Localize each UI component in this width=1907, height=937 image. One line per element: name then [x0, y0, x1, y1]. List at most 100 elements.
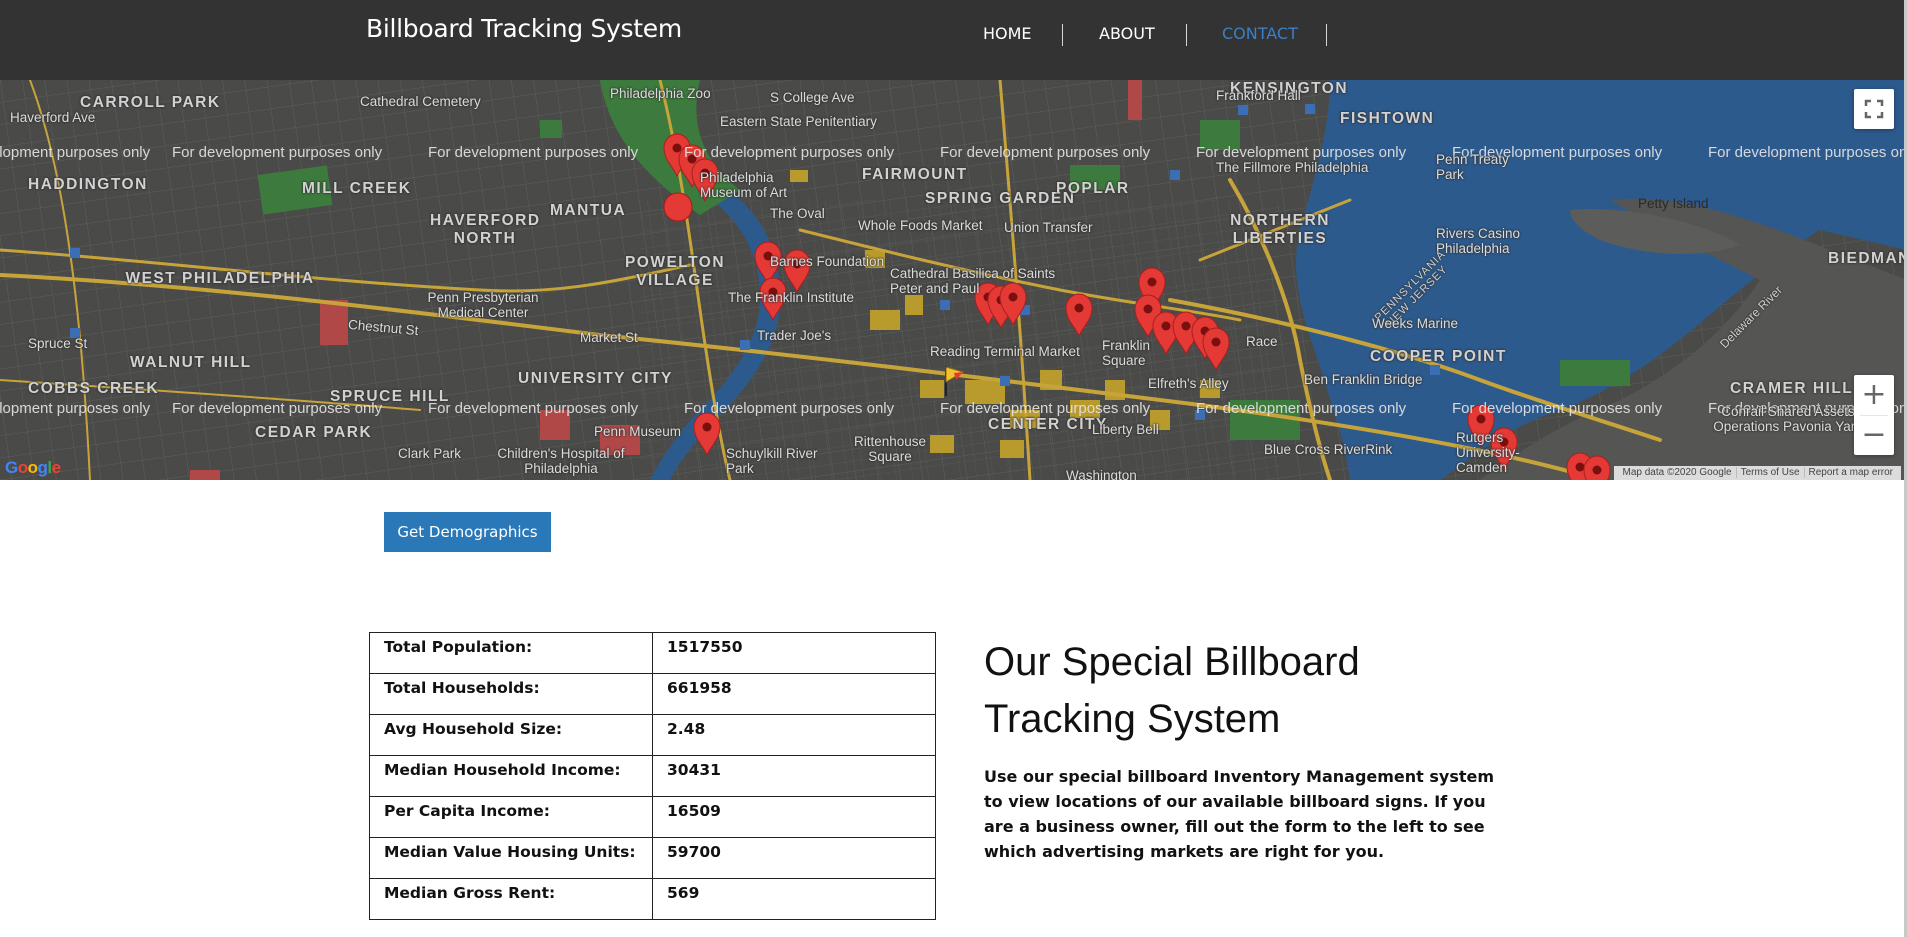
map-poi-label: Children's Hospital of Philadelphia	[497, 446, 625, 476]
map-place-label: FISHTOWN	[1340, 110, 1435, 127]
map-place-label: HADDINGTON	[28, 176, 148, 193]
map-poi-label: Schuylkill River Park	[726, 446, 818, 476]
map-place-label: POPLAR	[1056, 180, 1130, 197]
map-street-label: Spruce St	[28, 336, 88, 351]
google-logo[interactable]: Google	[5, 458, 61, 478]
map-place-label: FAIRMOUNT	[862, 166, 968, 183]
table-row: Median Household Income: 30431	[369, 755, 936, 797]
map-place-label: UNIVERSITY CITY	[518, 370, 673, 387]
map-place-label: MILL CREEK	[302, 180, 412, 197]
terms-of-use-link[interactable]: Terms of Use	[1735, 467, 1804, 478]
nav-home-link[interactable]: HOME	[983, 22, 1032, 46]
map-place-label: NORTHERN LIBERTIES	[1230, 212, 1330, 247]
map-place-label: COBBS CREEK	[28, 380, 160, 397]
dev-watermark: For development purposes only	[940, 400, 1151, 417]
map-poi-label: Trader Joe's	[757, 328, 832, 343]
map-poi-label: Ben Franklin Bridge	[1304, 372, 1423, 387]
map-poi-label: Franklin Square	[1102, 338, 1151, 368]
zoom-out-button[interactable]: −	[1854, 415, 1894, 455]
table-row: Per Capita Income: 16509	[369, 796, 936, 838]
map-place-label: WALNUT HILL	[130, 354, 252, 371]
map-place-label: WEST PHILADELPHIA	[125, 270, 315, 287]
stat-label: Median Gross Rent:	[369, 878, 653, 920]
stat-value: 2.48	[652, 714, 936, 756]
map-poi-label: Barnes Foundation	[770, 254, 885, 269]
map-street-label: S College Ave	[770, 90, 855, 105]
get-demographics-button[interactable]: Get Demographics	[384, 512, 551, 552]
dev-watermark: For development purposes only	[1196, 400, 1407, 417]
map-place-label: CEDAR PARK	[255, 424, 373, 441]
map-poi-label: Cathedral Cemetery	[360, 94, 481, 109]
map-poi-label: Rutgers University-Camden	[1456, 430, 1520, 475]
nav-contact-link[interactable]: CONTACT	[1222, 22, 1298, 46]
dev-watermark: For development purposes only	[940, 144, 1151, 161]
dev-watermark: For development purposes only	[428, 144, 639, 161]
demographics-table: Total Population: 1517550 Total Household…	[369, 632, 936, 920]
nav-divider	[1326, 24, 1327, 46]
stat-label: Median Household Income:	[369, 755, 653, 797]
map-street-label: Race	[1246, 334, 1278, 349]
zoom-in-button[interactable]: +	[1854, 375, 1894, 415]
top-navbar: Billboard Tracking System HOME ABOUT CON…	[0, 0, 1907, 80]
stat-value: 569	[652, 878, 936, 920]
map-place-label: CRAMER HILL	[1730, 380, 1854, 397]
map-place-label: HAVERFORD NORTH	[430, 212, 541, 247]
stat-value: 16509	[652, 796, 936, 838]
map-poi-label: The Franklin Institute	[728, 290, 855, 305]
map-poi-label: Clark Park	[398, 446, 462, 461]
stat-label: Avg Household Size:	[369, 714, 653, 756]
map-place-label: BIEDMAN	[1828, 250, 1907, 267]
map-poi-label: Rivers Casino Philadelphia	[1436, 226, 1521, 256]
table-row: Avg Household Size: 2.48	[369, 714, 936, 756]
map-attribution: Map data ©2020 Google Terms of Use Report …	[1614, 466, 1901, 480]
map-place-label: CARROLL PARK	[80, 94, 221, 111]
table-row: Total Population: 1517550	[369, 632, 936, 674]
stat-value: 1517550	[652, 632, 936, 674]
map-zoom-control: + −	[1854, 375, 1894, 455]
map-poi-label: Elfreth's Alley	[1148, 376, 1229, 391]
map-poi-label: Union Transfer	[1004, 220, 1093, 235]
stat-label: Total Households:	[369, 673, 653, 715]
map-poi-label: The Oval	[770, 206, 825, 221]
dev-watermark: For development purposes only	[684, 144, 895, 161]
dev-watermark: For development purposes only	[1708, 144, 1907, 161]
map-street-label: Washington	[1066, 468, 1137, 480]
report-map-error-link[interactable]: Report a map error	[1803, 467, 1897, 478]
stat-label: Total Population:	[369, 632, 653, 674]
nav-about-link[interactable]: ABOUT	[1099, 22, 1155, 46]
table-row: Total Households: 661958	[369, 673, 936, 715]
map-poi-label: Penn Museum	[594, 424, 682, 439]
stat-label: Median Value Housing Units:	[369, 837, 653, 879]
map-street-label: Haverford Ave	[10, 110, 96, 125]
map-place-label: POWELTON VILLAGE	[624, 254, 726, 289]
stat-value: 30431	[652, 755, 936, 797]
map-poi-label: Blue Cross RiverRink	[1264, 442, 1393, 457]
nav-divider	[1062, 24, 1063, 46]
map-poi-label: Eastern State Penitentiary	[720, 114, 877, 129]
map-poi-label: Frankford Hall	[1216, 88, 1301, 103]
map-fullscreen-button[interactable]	[1854, 89, 1894, 129]
promo-description: Use our special billboard Inventory Mana…	[984, 767, 1495, 861]
stat-value: 59700	[652, 837, 936, 879]
map-poi-label: Rittenhouse Square	[853, 434, 927, 464]
map-poi-label: Cathedral Basilica of Saints Peter and P…	[890, 266, 1056, 296]
map-place-label: SPRING GARDEN	[925, 190, 1076, 207]
stat-value: 661958	[652, 673, 936, 715]
billboard-map[interactable]: For development purposes only For develo…	[0, 80, 1907, 480]
main-nav: HOME ABOUT CONTACT	[0, 22, 1907, 46]
dev-watermark: For development purposes only	[0, 400, 151, 417]
map-poi-label: Penn Treaty Park	[1436, 152, 1509, 182]
dev-watermark: For development purposes only	[172, 144, 383, 161]
selected-location-flag	[945, 366, 965, 396]
map-poi-label: Petty Island	[1638, 196, 1709, 211]
dev-watermark: For development purposes only	[428, 400, 639, 417]
table-row: Median Gross Rent: 569	[369, 878, 936, 920]
fullscreen-icon	[1864, 99, 1884, 119]
dev-watermark: For development purposes only	[1196, 144, 1407, 161]
dev-watermark: For development purposes only	[0, 144, 151, 161]
nav-divider	[1186, 24, 1187, 46]
dev-watermark: For development purposes only	[684, 400, 895, 417]
dev-watermark: For development purposes only	[1452, 400, 1663, 417]
map-place-label: SPRUCE HILL	[330, 388, 450, 405]
map-street-label: Market St	[580, 330, 638, 345]
